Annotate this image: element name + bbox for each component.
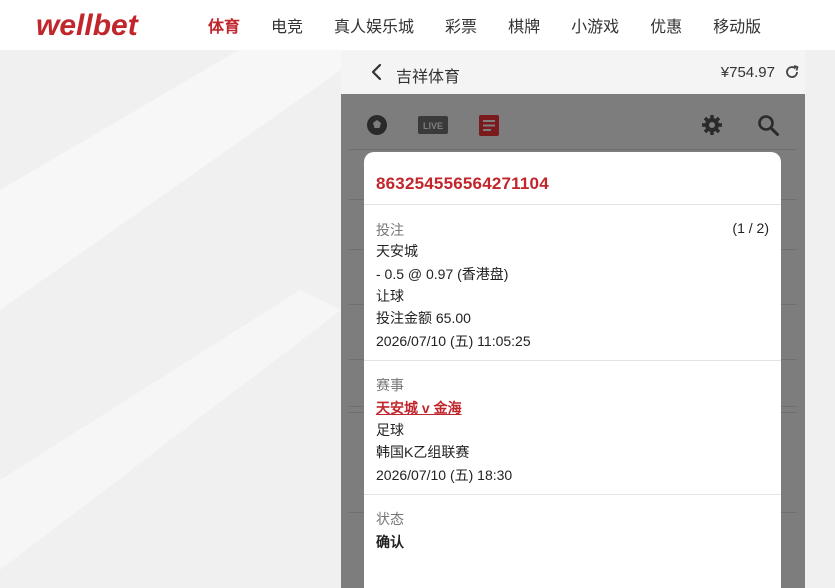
background-left [0,50,341,588]
divider [364,204,781,205]
nav-item-lottery[interactable]: 彩票 [445,13,477,37]
background-decoration [0,50,341,570]
divider [364,360,781,361]
bet-selection: 天安城 [376,243,418,259]
nav-item-mobile[interactable]: 移动版 [713,13,761,37]
account-balance: ¥754.97 [720,64,775,81]
top-navbar: wellbet 体育 电竞 真人娱乐城 彩票 棋牌 小游戏 优惠 移动版 [0,0,835,50]
match-time: 2026/07/10 (五) 18:30 [376,467,513,483]
ticket-id: 863254556564271104 [376,174,549,193]
divider [364,494,781,495]
sport-name: 足球 [376,422,404,438]
status-section-label: 状态 [376,511,404,527]
nav-item-mini-games[interactable]: 小游戏 [571,13,619,37]
match-link[interactable]: 天安城 v 金海 [376,398,462,418]
soccer-ball-icon[interactable] [366,114,388,136]
nav-item-sports[interactable]: 体育 [208,13,240,37]
refresh-icon[interactable] [783,63,801,81]
status-value: 确认 [376,534,404,550]
gear-icon[interactable] [701,114,723,136]
live-icon[interactable]: LIVE [418,116,448,134]
bet-time: 2026/07/10 (五) 11:05:25 [376,333,531,349]
live-label: LIVE [423,121,443,131]
back-arrow-icon[interactable] [367,62,387,82]
event-section-label: 赛事 [376,377,404,393]
main-nav: 体育 电竞 真人娱乐城 彩票 棋牌 小游戏 优惠 移动版 [208,0,792,50]
background-right [805,50,835,588]
sportsbook-title: 吉祥体育 [396,69,461,86]
svg-text:wellbet: wellbet [36,9,140,42]
bet-section-label: 投注 [376,222,404,238]
search-icon[interactable] [757,114,779,136]
nav-item-esports[interactable]: 电竞 [271,13,303,37]
bet-slip-icon[interactable] [478,114,500,137]
bet-pager: (1 / 2) [732,220,769,236]
bet-detail-card: 863254556564271104 投注 (1 / 2) 天安城 - 0.5 … [364,152,781,588]
wellbet-logo[interactable]: wellbet [36,8,168,42]
nav-item-live-casino[interactable]: 真人娱乐城 [334,13,414,37]
sportsbook-header: 吉祥体育 ¥754.97 [341,50,805,94]
nav-item-cards[interactable]: 棋牌 [508,13,540,37]
bet-odds: - 0.5 @ 0.97 (香港盘) [376,266,509,282]
nav-item-promotions[interactable]: 优惠 [650,13,682,37]
bet-market: 让球 [376,288,404,304]
bet-stake: 投注金额 65.00 [376,310,471,326]
divider [349,149,797,150]
league-name: 韩国K乙组联赛 [376,444,470,460]
